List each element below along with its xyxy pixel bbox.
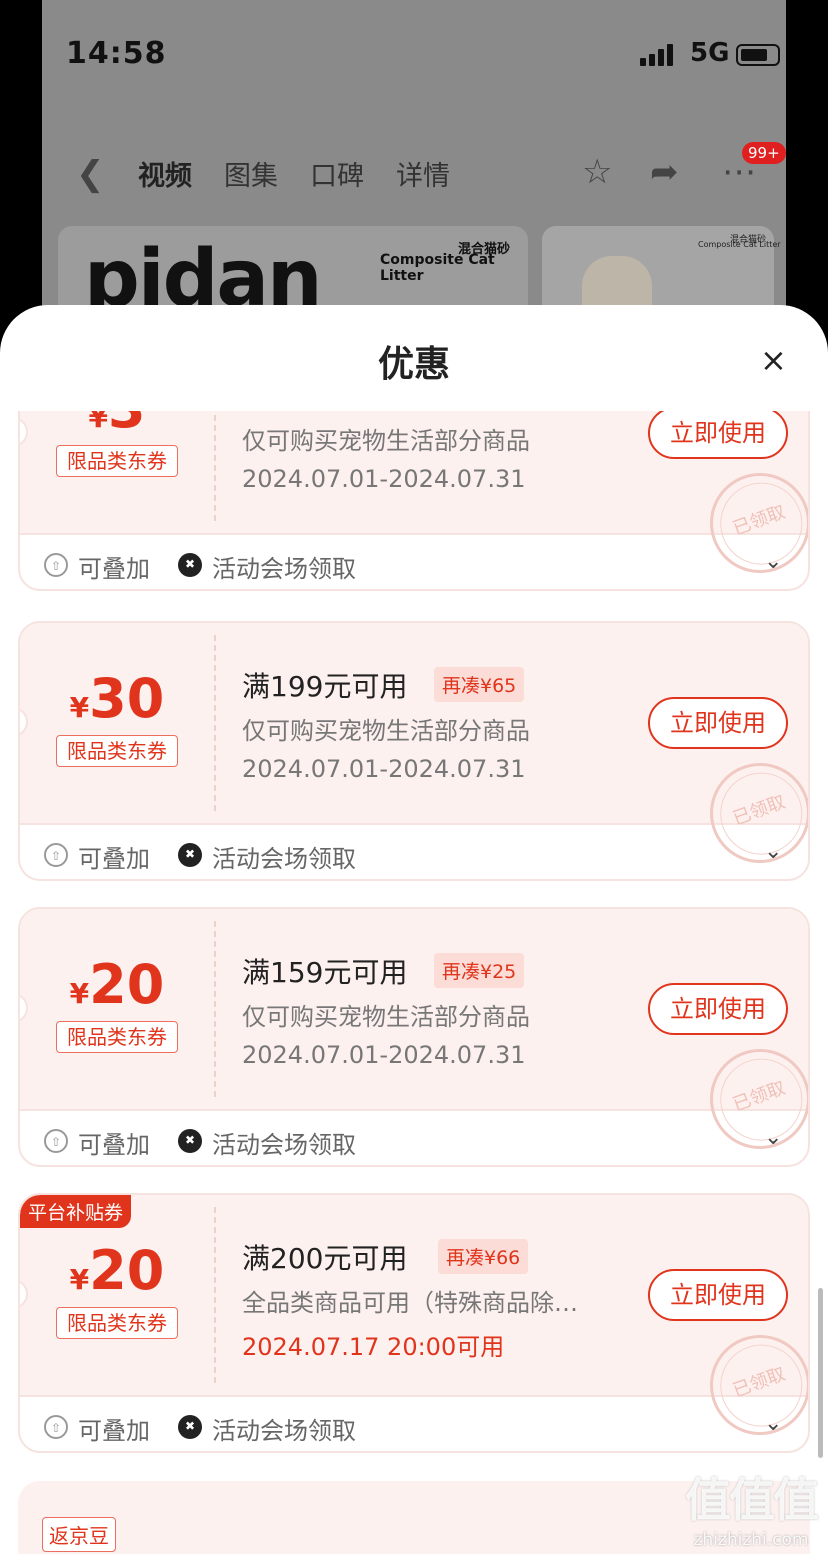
coupon-divider xyxy=(214,635,216,811)
stackable-label: 可叠加 xyxy=(78,845,150,873)
venue-icon: ✖ xyxy=(178,843,202,867)
product-tabs: 视频 图集 口碑 详情 xyxy=(138,154,450,193)
venue-label: 活动会场领取 xyxy=(212,555,356,583)
currency-symbol: ¥ xyxy=(69,691,90,724)
amount-value: 20 xyxy=(89,953,165,1016)
stackable-icon: ⇧ xyxy=(44,843,68,867)
stackable-label: 可叠加 xyxy=(78,1417,150,1445)
coupon-footer[interactable]: ⇧ 可叠加 ✖ 活动会场领取 ⌄ xyxy=(20,829,808,879)
coupon-sheet: 优惠 × ¥3 限品类东券 仅可购买宠物生活部分商品 2024.07.01-20… xyxy=(0,305,828,1554)
coupon-card: ¥30 限品类东券 满199元可用 再凑¥65 仅可购买宠物生活部分商品 202… xyxy=(18,621,810,881)
coupon-amount: ¥20 xyxy=(20,953,214,1016)
coupon-body: ¥30 限品类东券 满199元可用 再凑¥65 仅可购买宠物生活部分商品 202… xyxy=(20,623,808,878)
share-icon[interactable]: ➦ xyxy=(650,152,679,192)
coupon-type-tag: 限品类东券 xyxy=(56,1021,178,1053)
watermark-domain: zhizhizhi.com xyxy=(693,1530,809,1550)
coupon-condition: 满159元可用 xyxy=(242,956,408,989)
coupon-body: ¥3 限品类东券 仅可购买宠物生活部分商品 2024.07.01-2024.07… xyxy=(20,411,808,588)
use-now-button[interactable]: 立即使用 xyxy=(648,983,788,1035)
coupon-footer[interactable]: ⇧ 可叠加 ✖ 活动会场领取 ⌄ xyxy=(20,1401,808,1451)
product-name-en: Composite Cat Litter xyxy=(380,252,495,284)
scrollbar[interactable] xyxy=(818,1288,823,1458)
add-more-tag: 再凑¥66 xyxy=(438,1239,529,1274)
coupon-divider xyxy=(214,411,216,521)
amount-value: 20 xyxy=(89,1239,165,1302)
amount-value: 3 xyxy=(108,411,146,440)
tab-details[interactable]: 详情 xyxy=(396,154,450,193)
message-count-badge: 99+ xyxy=(742,142,786,164)
product-nav-bar: ❮ 视频 图集 口碑 详情 ☆ ➦ ⋯ 99+ xyxy=(42,142,786,196)
coupon-divider xyxy=(214,921,216,1097)
coupon-type-tag: 限品类东券 xyxy=(56,735,178,767)
signal-icon xyxy=(640,44,673,66)
stackable-icon: ⇧ xyxy=(44,1129,68,1153)
venue-icon: ✖ xyxy=(178,1129,202,1153)
coupon-card: ¥20 限品类东券 满159元可用 再凑¥25 仅可购买宠物生活部分商品 202… xyxy=(18,907,810,1167)
coupon-type-tag: 限品类东券 xyxy=(56,445,178,477)
stackable-icon: ⇧ xyxy=(44,553,68,577)
favorite-star-icon[interactable]: ☆ xyxy=(582,152,612,192)
coupon-footer[interactable]: ⇧ 可叠加 ✖ 活动会场领取 ⌄ xyxy=(20,1115,808,1165)
venue-label: 活动会场领取 xyxy=(212,845,356,873)
coupon-scope: 仅可购买宠物生活部分商品 xyxy=(242,1003,530,1031)
coupon-scope: 仅可购买宠物生活部分商品 xyxy=(242,427,530,455)
coupon-condition: 满199元可用 xyxy=(242,670,408,703)
coupon-amount: ¥30 xyxy=(20,667,214,730)
use-now-button[interactable]: 立即使用 xyxy=(648,411,788,459)
venue-icon: ✖ xyxy=(178,553,202,577)
coupon-body: ¥20 限品类东券 满159元可用 再凑¥25 仅可购买宠物生活部分商品 202… xyxy=(20,909,808,1164)
coupon-validity: 2024.07.01-2024.07.31 xyxy=(242,465,526,493)
chevron-down-icon[interactable]: ⌄ xyxy=(764,549,782,574)
watermark-mark: 值值值 xyxy=(685,1473,819,1527)
network-label: 5G xyxy=(690,38,730,68)
thumbnail-label-en: Composite Cat Litter xyxy=(698,240,781,249)
stackable-icon: ⇧ xyxy=(44,1415,68,1439)
coupon-validity: 2024.07.01-2024.07.31 xyxy=(242,755,526,783)
coupon-amount: ¥20 xyxy=(20,1239,214,1302)
chevron-down-icon[interactable]: ⌄ xyxy=(764,839,782,864)
watermark-logo: 值值值 zhizhizhi.com xyxy=(676,1464,826,1550)
platform-subsidy-badge: 平台补贴券 xyxy=(20,1195,132,1228)
return-bean-tag: 返京豆 xyxy=(42,1517,116,1552)
tab-video[interactable]: 视频 xyxy=(138,154,192,193)
coupon-condition: 满200元可用 xyxy=(242,1242,408,1275)
stackable-label: 可叠加 xyxy=(78,555,150,583)
venue-icon: ✖ xyxy=(178,1415,202,1439)
battery-icon xyxy=(736,44,780,66)
coupon-card: ¥3 限品类东券 仅可购买宠物生活部分商品 2024.07.01-2024.07… xyxy=(18,411,810,591)
venue-label: 活动会场领取 xyxy=(212,1131,356,1159)
stackable-label: 可叠加 xyxy=(78,1131,150,1159)
coupon-scope: 全品类商品可用（特殊商品除… xyxy=(242,1289,578,1317)
currency-symbol: ¥ xyxy=(88,411,108,434)
coupon-divider xyxy=(214,1207,216,1383)
add-more-tag: 再凑¥65 xyxy=(434,667,525,702)
coupon-validity: 2024.07.17 20:00可用 xyxy=(242,1333,505,1361)
add-more-tag: 再凑¥25 xyxy=(434,953,525,988)
coupon-card: 平台补贴券 ¥20 限品类东券 满200元可用 再凑¥66 全品类商品可用（特殊… xyxy=(18,1193,810,1453)
venue-label: 活动会场领取 xyxy=(212,1417,356,1445)
use-now-button[interactable]: 立即使用 xyxy=(648,1269,788,1321)
coupon-validity: 2024.07.01-2024.07.31 xyxy=(242,1041,526,1069)
sheet-title: 优惠 xyxy=(377,344,450,385)
chevron-down-icon[interactable]: ⌄ xyxy=(764,1125,782,1150)
close-icon[interactable]: × xyxy=(760,341,787,379)
chevron-down-icon[interactable]: ⌄ xyxy=(764,1411,782,1436)
coupon-scope: 仅可购买宠物生活部分商品 xyxy=(242,717,530,745)
tab-gallery[interactable]: 图集 xyxy=(224,154,278,193)
currency-symbol: ¥ xyxy=(69,977,90,1010)
use-now-button[interactable]: 立即使用 xyxy=(648,697,788,749)
coupon-footer[interactable]: ⇧ 可叠加 ✖ 活动会场领取 ⌄ xyxy=(20,539,808,589)
coupon-list[interactable]: ¥3 限品类东券 仅可购买宠物生活部分商品 2024.07.01-2024.07… xyxy=(0,411,828,1554)
amount-value: 30 xyxy=(89,667,165,730)
coupon-body: 平台补贴券 ¥20 限品类东券 满200元可用 再凑¥66 全品类商品可用（特殊… xyxy=(20,1195,808,1450)
status-bar: 14:58 5G xyxy=(42,36,786,76)
currency-symbol: ¥ xyxy=(69,1263,90,1296)
back-icon[interactable]: ❮ xyxy=(76,154,105,194)
status-time: 14:58 xyxy=(66,36,167,71)
coupon-type-tag: 限品类东券 xyxy=(56,1307,178,1339)
coupon-amount: ¥3 xyxy=(20,411,214,440)
tab-reviews[interactable]: 口碑 xyxy=(310,154,364,193)
